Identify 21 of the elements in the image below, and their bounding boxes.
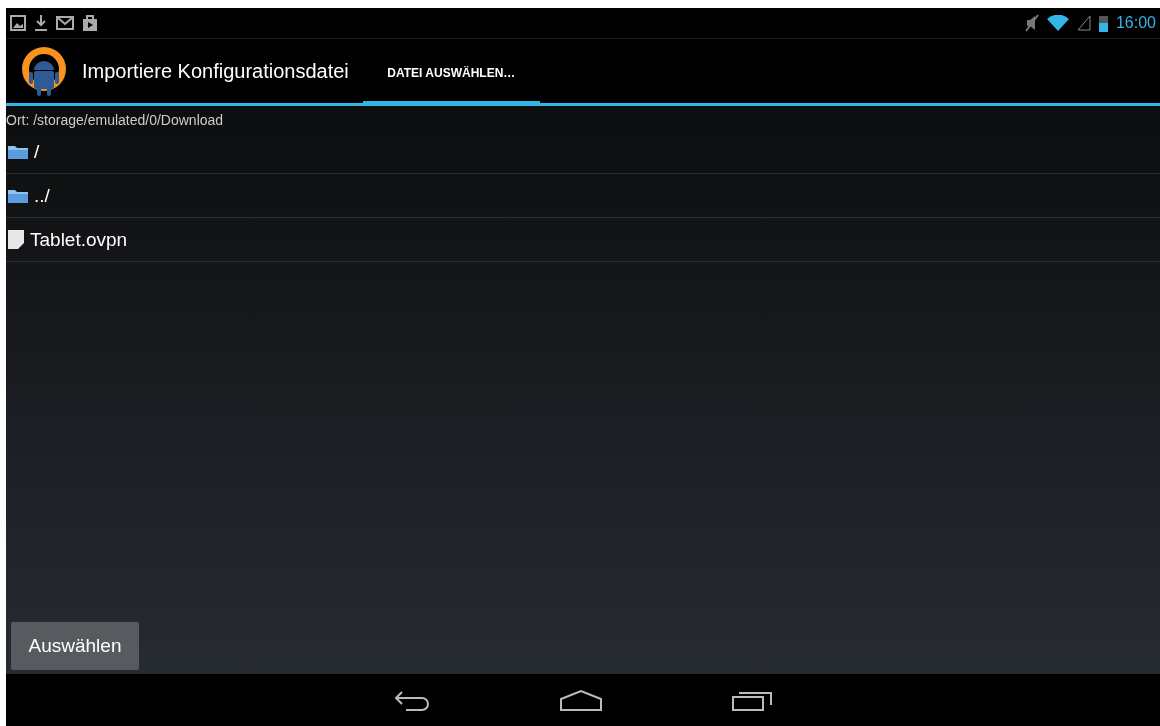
- home-icon[interactable]: [560, 689, 602, 711]
- signal-icon: [1076, 15, 1091, 31]
- app-title: Importiere Konfigurationsdatei: [82, 59, 349, 83]
- image-icon: [10, 15, 26, 31]
- mail-icon: [56, 16, 74, 30]
- file-list-item[interactable]: ../: [6, 174, 1160, 218]
- select-button[interactable]: Auswählen: [11, 622, 139, 670]
- clock-time: 16:00: [1115, 14, 1156, 32]
- muted-speaker-icon: [1024, 14, 1039, 32]
- download-icon: [34, 14, 48, 32]
- folder-icon: [8, 188, 28, 203]
- document-icon: [8, 230, 24, 249]
- folder-icon: [8, 144, 28, 159]
- recent-apps-icon[interactable]: [732, 689, 772, 711]
- wifi-icon: [1046, 15, 1069, 31]
- file-list-item[interactable]: Tablet.ovpn: [6, 218, 1160, 262]
- back-icon[interactable]: [394, 689, 430, 711]
- shopping-bag-icon: [82, 14, 98, 32]
- battery-icon: [1098, 14, 1108, 32]
- file-list-item[interactable]: /: [6, 130, 1160, 174]
- location-path: Ort: /storage/emulated/0/Download: [6, 111, 225, 130]
